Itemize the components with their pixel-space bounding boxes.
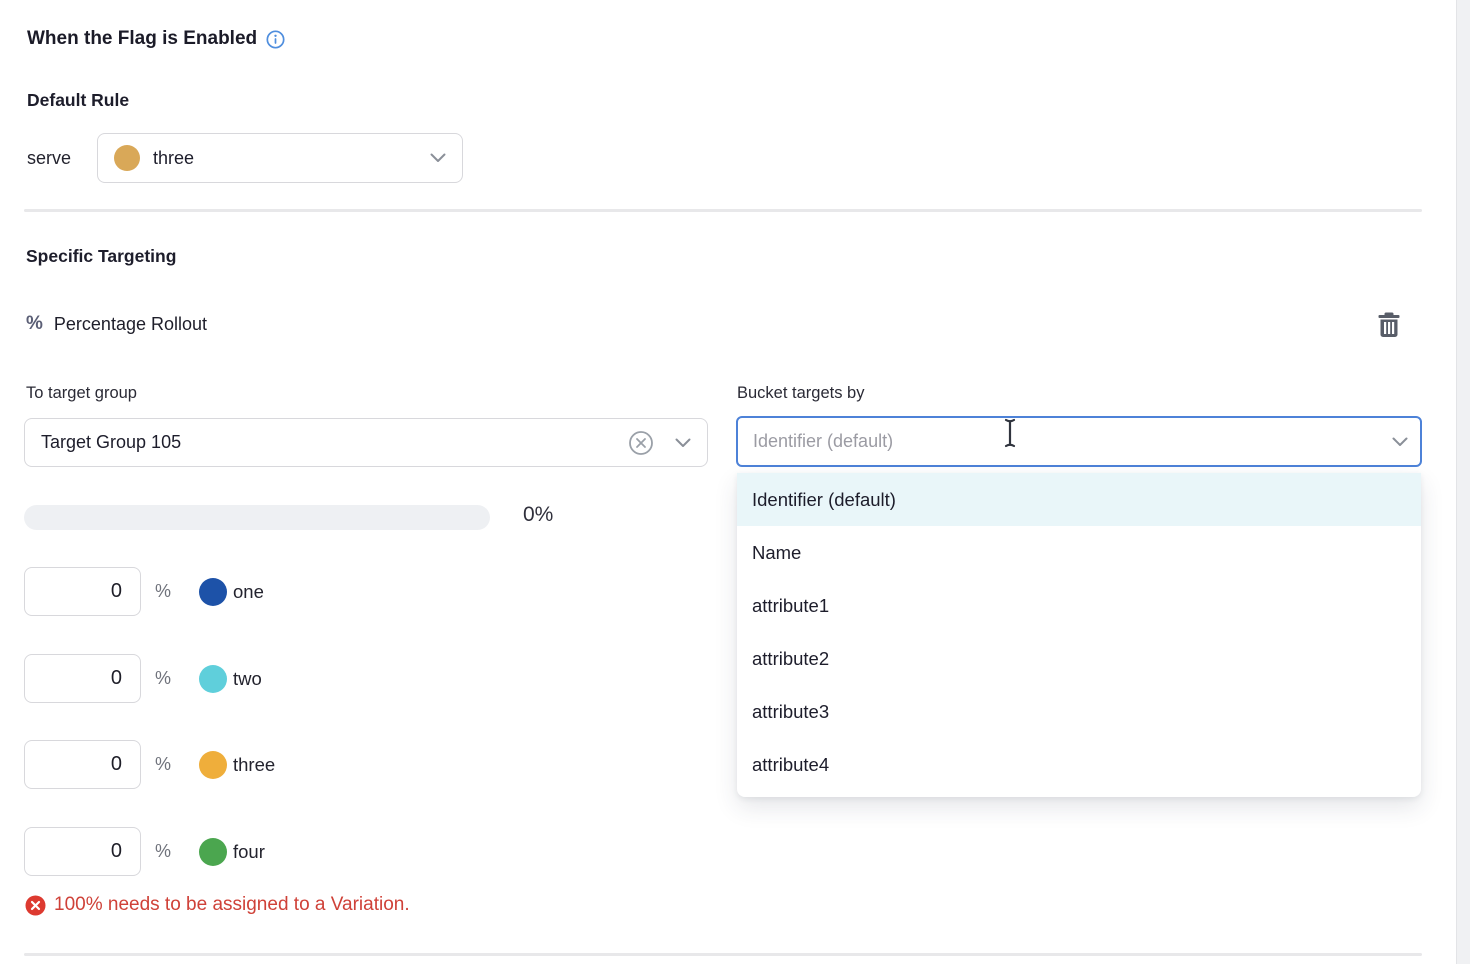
variation-name: four — [233, 841, 265, 863]
variation-color-dot — [199, 751, 227, 779]
error-circle-icon — [25, 895, 46, 916]
variation-color-dot — [199, 665, 227, 693]
trash-icon — [1377, 311, 1401, 341]
validation-error: 100% needs to be assigned to a Variation… — [25, 894, 410, 916]
variation-color-dot — [199, 838, 227, 866]
bucket-targets-field — [736, 416, 1422, 467]
variation-percent-input-one[interactable] — [24, 567, 141, 616]
page-title-text: When the Flag is Enabled — [27, 28, 257, 50]
rollout-total-percent: 0% — [523, 503, 553, 527]
variation-row-one: % one — [24, 567, 264, 616]
flag-targeting-panel: When the Flag is Enabled Default Rule se… — [0, 0, 1470, 964]
target-group-value: Target Group 105 — [25, 432, 181, 453]
variation-percent-input-four[interactable] — [24, 827, 141, 876]
variation-color-dot — [199, 578, 227, 606]
variation-percent-input-three[interactable] — [24, 740, 141, 789]
percentage-rollout-title: Percentage Rollout — [54, 314, 207, 335]
menu-option-identifier-default[interactable]: Identifier (default) — [737, 473, 1421, 526]
menu-option-name[interactable]: Name — [737, 526, 1421, 579]
bucket-targets-label: Bucket targets by — [737, 384, 864, 403]
bucket-targets-input[interactable] — [736, 416, 1422, 467]
serve-label: serve — [27, 148, 97, 169]
target-group-select[interactable]: Target Group 105 — [24, 418, 708, 467]
target-group-label: To target group — [26, 384, 137, 403]
variation-name: two — [233, 668, 262, 690]
menu-option-attribute4[interactable]: attribute4 — [737, 738, 1421, 791]
variation-row-three: % three — [24, 740, 275, 789]
specific-targeting-heading: Specific Targeting — [26, 246, 176, 267]
chevron-down-icon — [675, 438, 691, 448]
variation-color-dot — [114, 145, 140, 171]
menu-option-attribute1[interactable]: attribute1 — [737, 579, 1421, 632]
variation-name: three — [233, 754, 275, 776]
error-message: 100% needs to be assigned to a Variation… — [54, 894, 410, 916]
serve-variation-select[interactable]: three — [97, 133, 463, 183]
menu-option-attribute2[interactable]: attribute2 — [737, 632, 1421, 685]
clear-circle-icon[interactable] — [628, 430, 654, 456]
percent-sign: % — [155, 668, 182, 689]
variation-row-two: % two — [24, 654, 262, 703]
default-rule-heading: Default Rule — [27, 90, 129, 111]
menu-option-attribute3[interactable]: attribute3 — [737, 685, 1421, 738]
serve-selected-value: three — [153, 148, 194, 169]
default-rule-serve-row: serve three — [27, 133, 463, 183]
chevron-down-icon — [430, 153, 446, 163]
percent-sign: % — [155, 581, 182, 602]
delete-rule-button[interactable] — [1374, 310, 1404, 342]
variation-percent-input-two[interactable] — [24, 654, 141, 703]
scrollbar-track[interactable] — [1456, 0, 1470, 964]
percent-sign: % — [155, 754, 182, 775]
percentage-rollout-header: % Percentage Rollout — [26, 313, 207, 335]
variation-name: one — [233, 581, 264, 603]
percentage-rollout-icon: % — [26, 313, 43, 335]
info-icon[interactable] — [266, 30, 285, 49]
variation-row-four: % four — [24, 827, 265, 876]
rollout-progress-bar — [24, 505, 490, 530]
percent-sign: % — [155, 841, 182, 862]
page-title: When the Flag is Enabled — [27, 28, 285, 50]
bottom-divider — [24, 953, 1422, 956]
section-divider — [24, 209, 1422, 212]
bucket-options-menu: Identifier (default) Name attribute1 att… — [737, 473, 1421, 797]
